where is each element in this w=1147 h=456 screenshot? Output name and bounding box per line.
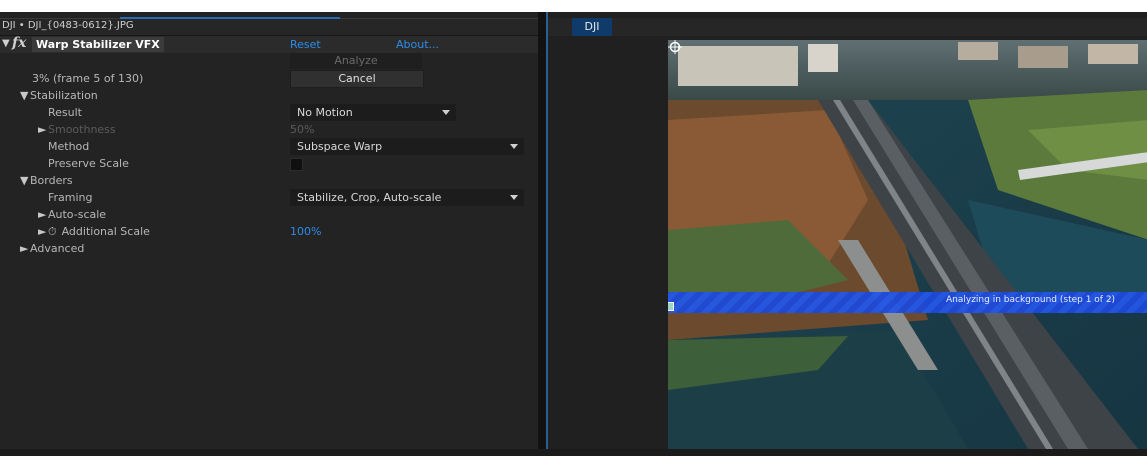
smoothness-value[interactable]: 50% (290, 123, 314, 136)
result-dropdown[interactable]: No Motion (290, 104, 456, 121)
fx-toggle-icon[interactable]: fx (12, 35, 26, 51)
smoothness-label: Smoothness (48, 123, 116, 136)
expand-triangle-icon[interactable]: ► (38, 123, 48, 136)
stabilization-label: Stabilization (30, 89, 98, 102)
chevron-down-icon (510, 144, 518, 149)
analyze-button[interactable]: Analyze (290, 53, 422, 69)
smoothness-row: ► Smoothness 50% (0, 121, 538, 138)
tab-dji[interactable]: DJI (572, 18, 612, 36)
advanced-group[interactable]: ► Advanced (0, 240, 538, 257)
stopwatch-icon[interactable]: ⏱ (48, 225, 57, 238)
framing-dropdown[interactable]: Stabilize, Crop, Auto-scale (290, 189, 524, 206)
advanced-label: Advanced (30, 242, 85, 255)
result-label: Result (48, 106, 82, 119)
building (808, 44, 838, 72)
stabilization-group[interactable]: ▼ Stabilization (0, 87, 538, 104)
about-link[interactable]: About... (396, 38, 439, 51)
framing-label: Framing (48, 191, 93, 204)
building (1088, 44, 1138, 64)
method-value: Subspace Warp (297, 140, 383, 153)
building (1018, 46, 1068, 68)
analysis-status-text: Analyzing in background (step 1 of 2) (946, 295, 1116, 305)
chevron-down-icon (442, 110, 450, 115)
layer-title[interactable]: DJI • DJI_{0483-0612}.JPG (2, 20, 134, 31)
viewer-tabbar (548, 18, 1147, 36)
preserve-scale-label: Preserve Scale (48, 157, 129, 170)
method-label: Method (48, 140, 90, 153)
expand-triangle-icon[interactable]: ► (38, 225, 48, 238)
additional-scale-row: ► ⏱ Additional Scale 100% (0, 223, 538, 240)
effect-controls-list: ▼ fx Warp Stabilizer VFX Reset About... … (0, 35, 538, 456)
result-row: Result No Motion (0, 104, 538, 121)
expand-triangle-icon[interactable]: ► (38, 208, 48, 221)
anchor-point-icon[interactable] (668, 40, 682, 54)
autoscale-row[interactable]: ► Auto-scale (0, 206, 538, 223)
preserve-scale-row: Preserve Scale (0, 155, 538, 172)
tab-accent-line (120, 17, 340, 19)
effect-name[interactable]: Warp Stabilizer VFX (32, 37, 164, 52)
aerial-footage-frame[interactable]: Analyzing in background (step 1 of 2) (668, 40, 1147, 449)
cancel-button[interactable]: Cancel (290, 70, 424, 88)
method-dropdown[interactable]: Subspace Warp (290, 138, 524, 155)
composition-viewer: DJI Analyzing in background (step 1 of 2… (546, 12, 1147, 449)
reset-link[interactable]: Reset (290, 38, 321, 51)
effect-header-row: ▼ fx Warp Stabilizer VFX Reset About... (0, 35, 538, 53)
expand-triangle-icon[interactable]: ▼ (20, 174, 30, 187)
chevron-down-icon (510, 195, 518, 200)
preserve-scale-checkbox[interactable] (290, 158, 303, 171)
borders-label: Borders (30, 174, 73, 187)
additional-scale-value[interactable]: 100% (290, 225, 321, 238)
effect-controls-header: DJI • DJI_{0483-0612}.JPG (0, 17, 538, 36)
framing-value: Stabilize, Crop, Auto-scale (297, 191, 442, 204)
effect-controls-panel: DJI • DJI_{0483-0612}.JPG ▼ fx Warp Stab… (0, 12, 546, 449)
method-row: Method Subspace Warp (0, 138, 538, 155)
expand-triangle-icon[interactable]: ▼ (20, 89, 30, 102)
autoscale-label: Auto-scale (48, 208, 107, 221)
analyze-row: Analyze 3% (frame 5 of 130) Cancel (0, 53, 538, 88)
additional-scale-label: Additional Scale (61, 225, 150, 238)
result-value: No Motion (297, 106, 353, 119)
expand-triangle-icon[interactable]: ► (20, 242, 30, 255)
framing-row: Framing Stabilize, Crop, Auto-scale (0, 189, 538, 206)
collapse-triangle-icon[interactable]: ▼ (2, 38, 10, 49)
anchor-handle[interactable] (668, 302, 674, 311)
top-strip (0, 0, 1147, 12)
panel-divider[interactable] (538, 12, 546, 449)
borders-group[interactable]: ▼ Borders (0, 172, 538, 189)
aerial-city-image (668, 40, 1147, 449)
building (678, 46, 798, 86)
building (958, 42, 998, 60)
analysis-progress-text: 3% (frame 5 of 130) (32, 72, 144, 85)
